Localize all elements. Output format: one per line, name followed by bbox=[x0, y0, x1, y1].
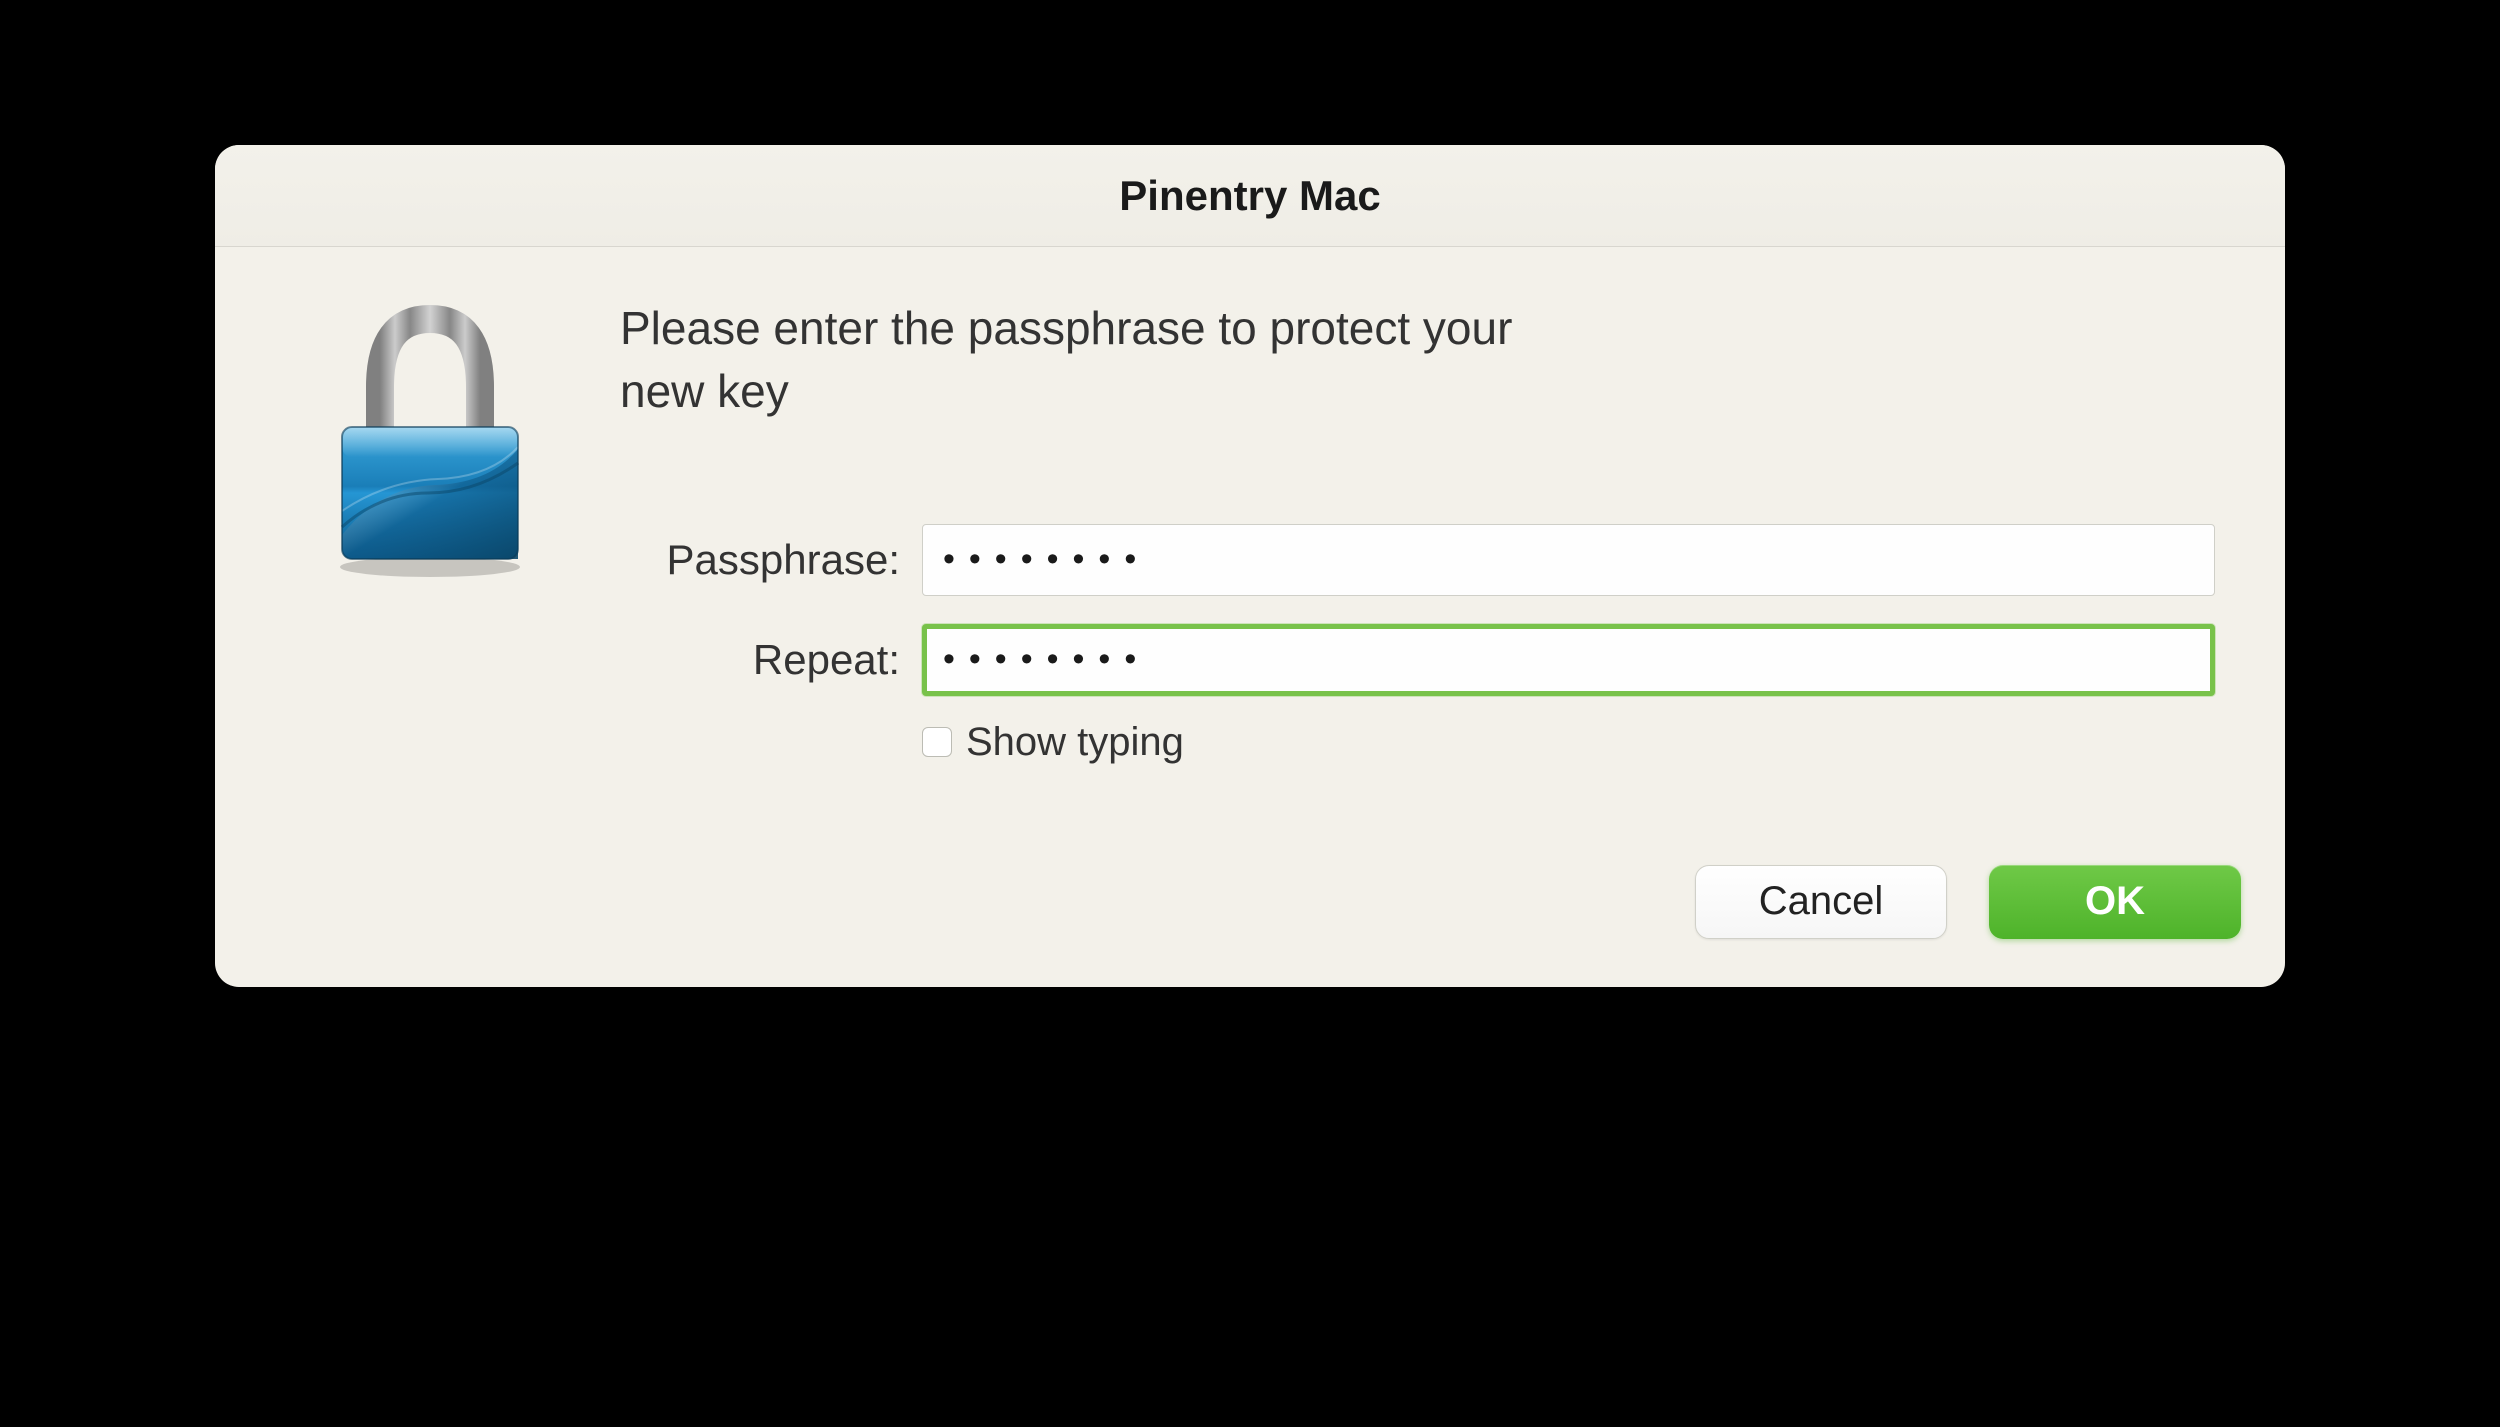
pinentry-dialog: Pinentry Mac bbox=[215, 145, 2285, 987]
ok-button[interactable]: OK bbox=[1989, 865, 2241, 939]
show-typing-checkbox[interactable] bbox=[922, 727, 952, 757]
lock-icon bbox=[320, 297, 540, 577]
passphrase-input[interactable] bbox=[922, 524, 2215, 596]
form-grid: Passphrase: Repeat: Show typing bbox=[620, 524, 2215, 765]
form-column: Please enter the passphrase to protect y… bbox=[620, 297, 2215, 785]
dialog-content: Please enter the passphrase to protect y… bbox=[215, 247, 2285, 825]
title-bar: Pinentry Mac bbox=[215, 145, 2285, 247]
icon-column bbox=[320, 297, 540, 785]
show-typing-label[interactable]: Show typing bbox=[966, 720, 1184, 765]
repeat-label: Repeat: bbox=[620, 636, 900, 684]
dialog-title: Pinentry Mac bbox=[1119, 172, 1380, 220]
cancel-button[interactable]: Cancel bbox=[1695, 865, 1947, 939]
passphrase-label: Passphrase: bbox=[620, 536, 900, 584]
show-typing-row: Show typing bbox=[922, 720, 2215, 765]
prompt-text: Please enter the passphrase to protect y… bbox=[620, 297, 1520, 424]
repeat-input[interactable] bbox=[922, 624, 2215, 696]
button-row: Cancel OK bbox=[215, 825, 2285, 987]
